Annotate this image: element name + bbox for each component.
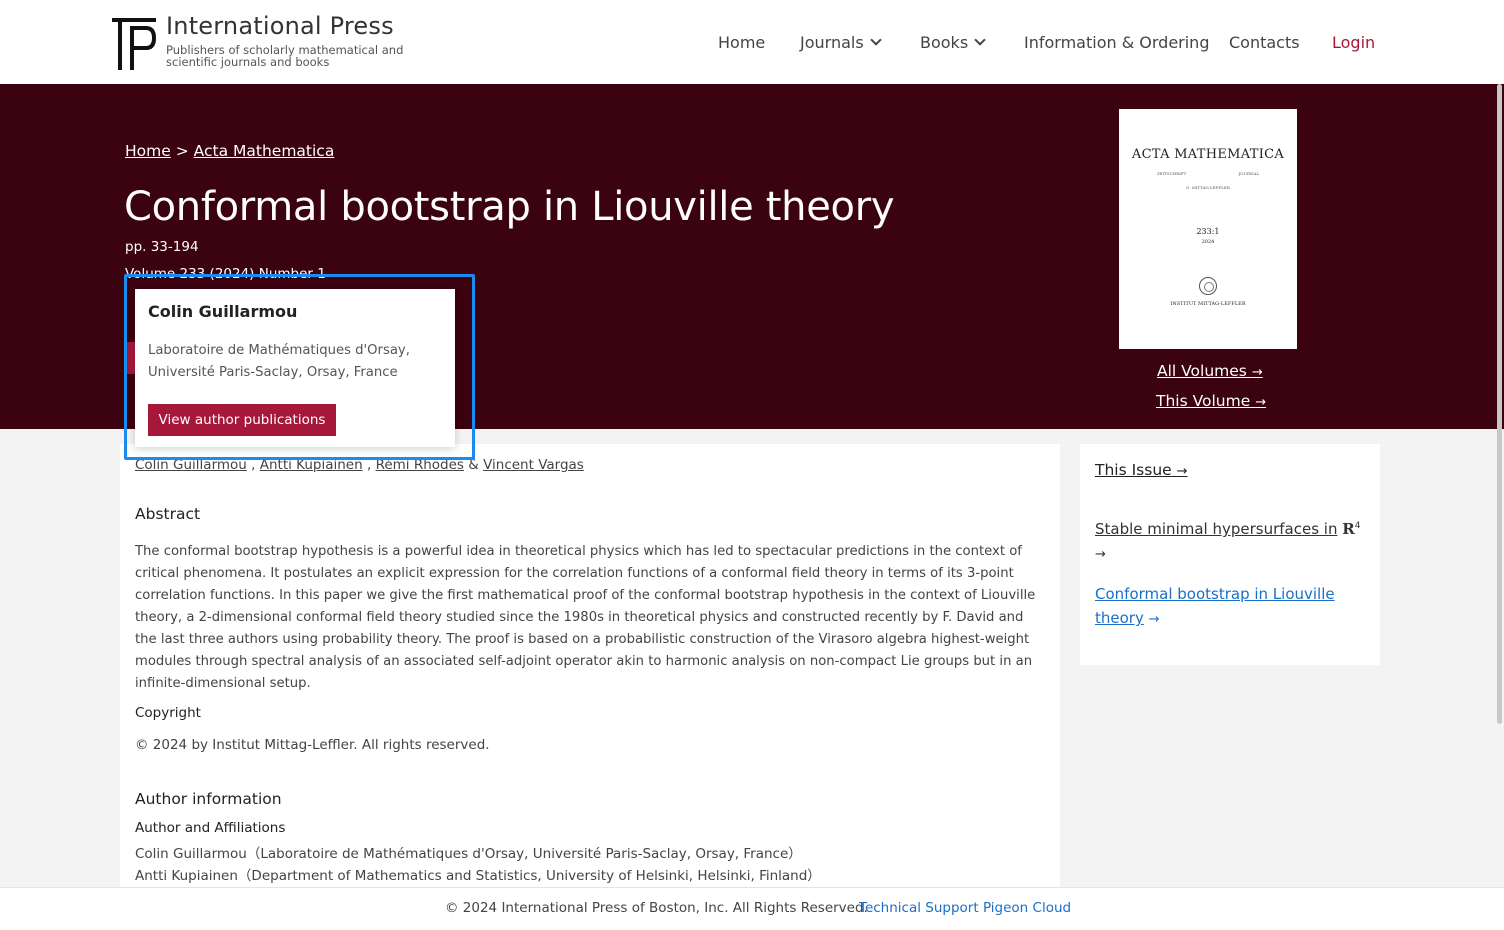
author-link[interactable]: Vincent Vargas <box>483 457 584 473</box>
author-information-heading: Author information <box>135 790 282 808</box>
arrow-right-icon: → <box>1095 547 1106 562</box>
breadcrumb-home[interactable]: Home <box>125 142 171 160</box>
breadcrumb-separator: > <box>175 142 189 160</box>
author-link[interactable]: Antti Kupiainen <box>260 457 363 473</box>
breadcrumb-journal[interactable]: Acta Mathematica <box>194 142 335 160</box>
all-volumes-link[interactable]: All Volumes → <box>1157 362 1263 380</box>
affiliation-row: Antti Kupiainen（Department of Mathematic… <box>135 868 821 884</box>
issue-article-link[interactable]: Stable minimal hypersurfaces in R4 → <box>1095 514 1365 567</box>
arrow-right-icon: → <box>1251 365 1263 380</box>
cover-subtitle-right: JOURNAL <box>1238 171 1259 176</box>
nav-information-ordering[interactable]: Information & Ordering <box>1024 31 1209 53</box>
cover-volume: 233:1 2024 <box>1196 227 1220 245</box>
cover-editor: G. MITTAG-LEFFLER <box>1186 185 1230 190</box>
cover-seal-icon <box>1199 277 1217 295</box>
abstract-text: The conformal bootstrap hypothesis is a … <box>135 544 1036 691</box>
this-volume-link[interactable]: This Volume → <box>1156 392 1266 410</box>
abstract-heading: Abstract <box>135 505 201 523</box>
author-list: Colin Guillarmou , Antti Kupiainen , Rém… <box>135 457 584 473</box>
brand-name[interactable]: International Press <box>166 12 394 40</box>
author-affiliations-heading: Author and Affiliations <box>135 820 286 836</box>
article-title: Conformal bootstrap in Liouville theory <box>124 184 895 230</box>
popover-author-name: Colin Guillarmou <box>148 302 298 321</box>
author-link[interactable]: Rémi Rhodes <box>376 457 464 473</box>
article-pages: pp. 33-194 <box>125 239 199 255</box>
nav-login[interactable]: Login <box>1332 31 1375 53</box>
chevron-down-icon <box>974 33 986 46</box>
author-link[interactable]: Colin Guillarmou <box>135 457 247 473</box>
brand-tagline: Publishers of scholarly mathematical and… <box>166 43 404 69</box>
chevron-down-icon <box>870 33 882 46</box>
cover-subtitle-left: ZEITSCHRIFT <box>1157 171 1187 176</box>
arrow-right-icon: → <box>1176 464 1188 479</box>
arrow-right-icon: → <box>1255 395 1267 410</box>
affiliation-row: Colin Guillarmou（Laboratoire de Mathémat… <box>135 846 802 862</box>
copyright-text: © 2024 by Institut Mittag-Leffler. All r… <box>135 737 490 753</box>
arrow-right-icon: → <box>1148 612 1160 627</box>
vertical-scrollbar[interactable] <box>1497 84 1502 724</box>
article-volume[interactable]: Volume 233 (2024) Number 1 <box>125 266 326 282</box>
copyright-heading: Copyright <box>135 705 201 721</box>
nav-books[interactable]: Books <box>920 31 986 53</box>
this-issue-link[interactable]: This Issue → <box>1095 461 1188 479</box>
cover-institute: INSTITUT MITTAG-LEFFLER <box>1170 301 1246 307</box>
technical-support-link[interactable]: Technical Support Pigeon Cloud <box>859 900 1071 916</box>
nav-contacts[interactable]: Contacts <box>1229 31 1300 53</box>
popover-author-affiliation: Laboratoire de Mathématiques d'Orsay, Un… <box>148 343 410 380</box>
international-press-logo[interactable] <box>112 18 158 70</box>
journal-cover-image[interactable]: ACTA MATHEMATICA ZEITSCHRIFT JOURNAL G. … <box>1119 109 1297 349</box>
nav-journals[interactable]: Journals <box>800 31 882 53</box>
issue-article-link-current[interactable]: Conformal bootstrap in Liouville theory … <box>1095 582 1365 632</box>
footer-copyright: © 2024 International Press of Boston, In… <box>445 900 868 916</box>
view-author-publications-button[interactable]: View author publications <box>148 404 336 436</box>
breadcrumb: Home > Acta Mathematica <box>125 142 334 160</box>
nav-home[interactable]: Home <box>718 31 765 53</box>
cover-title: ACTA MATHEMATICA <box>1131 147 1285 162</box>
